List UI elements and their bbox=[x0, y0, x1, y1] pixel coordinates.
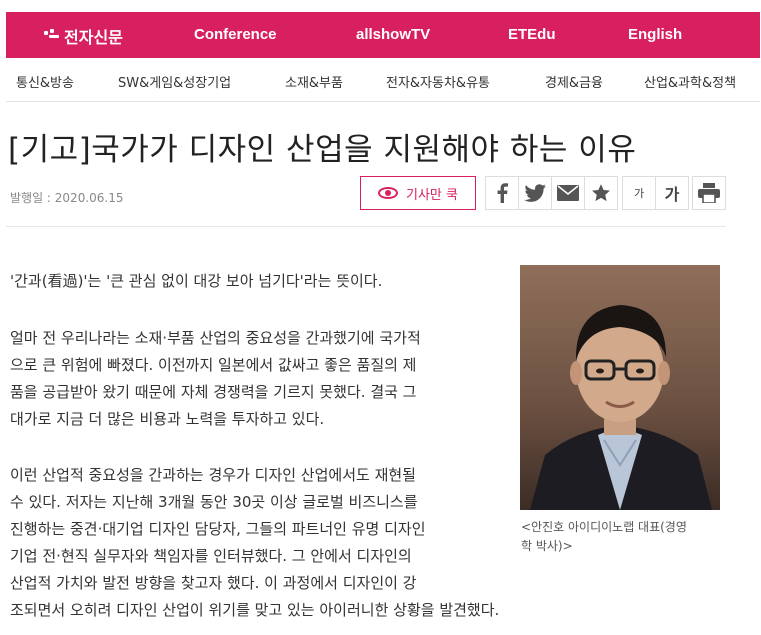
category-economy[interactable]: 경제&금융 bbox=[545, 72, 603, 91]
logo-text: 전자신문 bbox=[64, 28, 123, 47]
logo-mark-icon bbox=[44, 29, 62, 43]
nav-allshowtv[interactable]: allshowTV bbox=[356, 26, 430, 43]
top-nav-bar: 전자신문 Conference allshowTV ETEdu English bbox=[6, 12, 760, 58]
twitter-share-button[interactable] bbox=[518, 176, 552, 210]
paragraph-line: 품을 공급받아 왔기 때문에 자체 경쟁력을 기르지 못했다. 결국 그 bbox=[10, 383, 417, 401]
paragraph-line: 기업 전·현직 실무자와 책임자를 인터뷰했다. 그 안에서 디자인의 bbox=[10, 547, 412, 565]
article-title: [기고]국가가 디자인 산업을 지원해야 하는 이유 bbox=[8, 132, 637, 168]
article-only-button[interactable]: 기사만 쿡 bbox=[360, 176, 476, 210]
article-paragraph: '간과(看過)'는 '큰 관심 없이 대강 보아 넘기다'라는 뜻이다. bbox=[10, 268, 500, 295]
font-size-increase-button[interactable]: 가 bbox=[655, 176, 689, 210]
eye-icon bbox=[378, 187, 398, 199]
paragraph-line: 으로 큰 위험에 빠졌다. 이전까지 일본에서 값싸고 좋은 품질의 제 bbox=[10, 356, 417, 374]
paragraph-line: 조되면서 오히려 디자인 산업이 위기를 맞고 있는 아이러니한 상황을 발견했… bbox=[10, 601, 500, 619]
print-icon bbox=[698, 183, 720, 203]
font-size-decrease-button[interactable]: 가 bbox=[622, 176, 656, 210]
nav-conference[interactable]: Conference bbox=[194, 26, 277, 43]
category-bar: 통신&방송 SW&게임&성장기업 소재&부품 전자&자동차&유통 경제&금융 산… bbox=[6, 58, 760, 102]
paragraph-line: 산업적 가치와 발전 방향을 찾고자 했다. 이 과정에서 디자인이 강 bbox=[10, 574, 417, 592]
font-small-label: 가 bbox=[633, 187, 645, 200]
caption-line: <안진호 아이디이노랩 대표(경영 bbox=[521, 520, 687, 534]
article-divider bbox=[6, 226, 726, 227]
email-share-button[interactable] bbox=[551, 176, 585, 210]
category-electronics[interactable]: 전자&자동차&유통 bbox=[386, 72, 490, 91]
twitter-icon bbox=[524, 184, 546, 202]
print-button[interactable] bbox=[692, 176, 726, 210]
category-materials[interactable]: 소재&부품 bbox=[285, 72, 343, 91]
article-only-label: 기사만 쿡 bbox=[406, 187, 458, 203]
article-paragraph: 얼마 전 우리나라는 소재·부품 산업의 중요성을 간과했기에 국가적 으로 큰… bbox=[10, 325, 500, 433]
paragraph-line: '간과(看過)'는 '큰 관심 없이 대강 보아 넘기다'라는 뜻이다. bbox=[10, 272, 383, 290]
paragraph-line: 진행하는 중견·대기업 디자인 담당자, 그들의 파트너인 유명 디자인 bbox=[10, 520, 426, 538]
paragraph-line: 얼마 전 우리나라는 소재·부품 산업의 중요성을 간과했기에 국가적 bbox=[10, 329, 421, 347]
publish-date: 발행일 : 2020.06.15 bbox=[10, 191, 124, 205]
site-logo[interactable]: 전자신문 bbox=[44, 24, 123, 48]
facebook-icon bbox=[497, 183, 508, 203]
caption-line: 학 박사)> bbox=[521, 539, 573, 553]
facebook-share-button[interactable] bbox=[485, 176, 519, 210]
nav-english[interactable]: English bbox=[628, 26, 682, 43]
category-industry[interactable]: 산업&과학&정책 bbox=[644, 72, 736, 91]
author-photo bbox=[520, 265, 720, 510]
nav-etedu[interactable]: ETEdu bbox=[508, 26, 556, 43]
photo-caption: <안진호 아이디이노랩 대표(경영 학 박사)> bbox=[521, 518, 726, 556]
category-telecom[interactable]: 통신&방송 bbox=[16, 72, 74, 91]
category-sw-game[interactable]: SW&게임&성장기업 bbox=[118, 72, 231, 91]
star-icon bbox=[592, 184, 610, 202]
font-large-label: 가 bbox=[664, 185, 680, 204]
mail-icon bbox=[557, 185, 579, 201]
bookmark-button[interactable] bbox=[584, 176, 618, 210]
paragraph-line: 대가로 지금 더 많은 비용과 노력을 투자하고 있다. bbox=[10, 410, 325, 428]
